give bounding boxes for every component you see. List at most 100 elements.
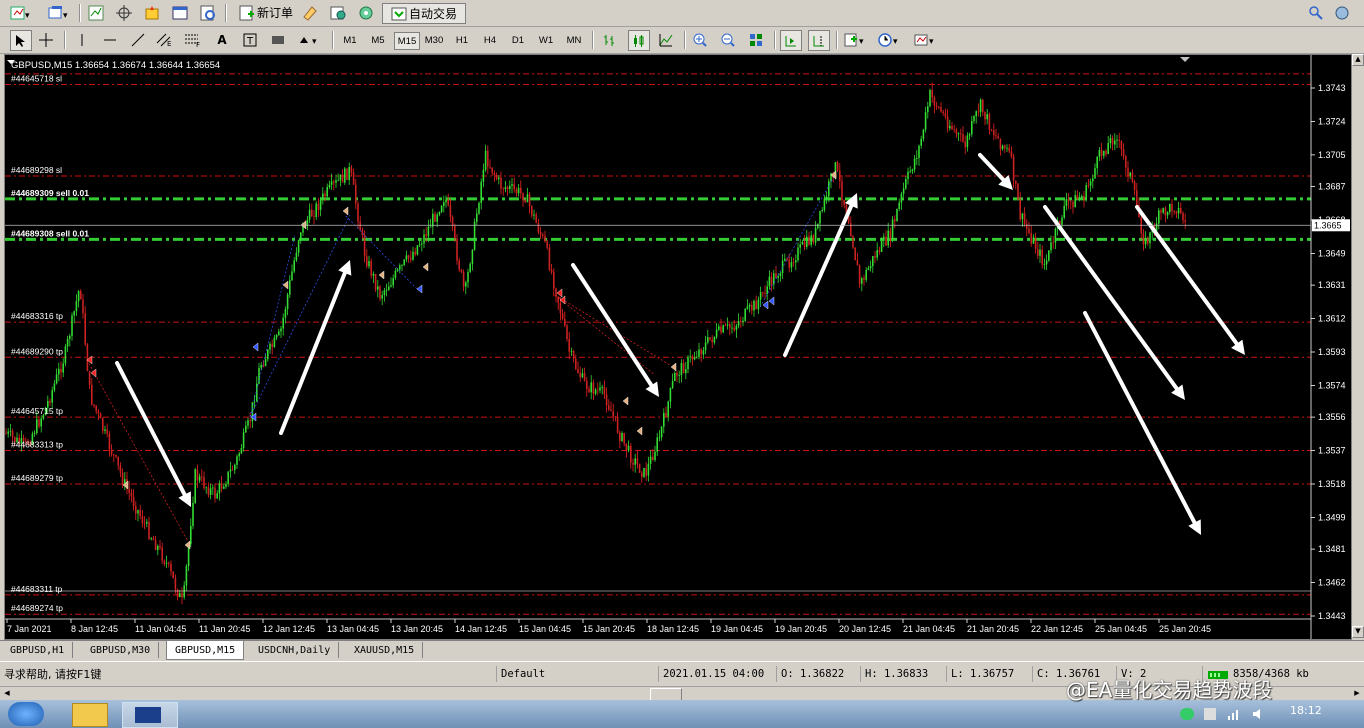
- scroll-down-icon[interactable]: ▼: [1352, 626, 1364, 638]
- tray-wechat-icon[interactable]: [1180, 708, 1194, 720]
- candle-body: [9, 430, 12, 432]
- trade-marker[interactable]: [422, 262, 429, 272]
- candle-body: [995, 135, 997, 137]
- tab-gbpusd-h1[interactable]: GBPUSD,H1: [2, 642, 74, 658]
- profiles-icon[interactable]: ▾: [44, 3, 74, 22]
- crosshair-nav-icon[interactable]: [114, 3, 134, 22]
- trade-marker[interactable]: [416, 284, 423, 294]
- terminal-icon[interactable]: [170, 3, 190, 22]
- new-order-button[interactable]: 新订单: [232, 3, 300, 22]
- tray-signal-icon[interactable]: [1228, 708, 1242, 720]
- new-chart-icon[interactable]: ▾: [6, 3, 36, 22]
- candle-body: [432, 213, 434, 227]
- tab-xauusd-m15[interactable]: XAUUSD,M15: [346, 642, 424, 658]
- signals-icon[interactable]: [356, 3, 376, 22]
- candle-body: [284, 309, 287, 318]
- trade-marker[interactable]: [670, 362, 677, 372]
- indicators-icon[interactable]: ▾: [842, 30, 870, 49]
- text-label-icon[interactable]: T: [240, 30, 260, 49]
- crosshair-icon[interactable]: [36, 30, 56, 49]
- candlestick-icon[interactable]: [628, 30, 650, 51]
- trade-marker[interactable]: [622, 396, 629, 406]
- status-profile[interactable]: Default: [496, 666, 657, 682]
- trade-marker[interactable]: [282, 280, 289, 290]
- candle-body: [401, 264, 403, 266]
- trade-marker[interactable]: [90, 368, 97, 378]
- candle-body: [469, 263, 471, 272]
- zoom-in-icon[interactable]: [690, 30, 710, 49]
- tab-gbpusd-m30[interactable]: GBPUSD,M30: [82, 642, 160, 658]
- candle-body: [693, 357, 696, 360]
- tf-h1-button[interactable]: H1: [450, 32, 474, 48]
- fibonacci-icon[interactable]: F: [182, 30, 204, 49]
- trade-marker[interactable]: [636, 426, 643, 436]
- tray-network-icon[interactable]: [1204, 708, 1216, 720]
- scroll-right-icon[interactable]: ▶: [1350, 687, 1364, 700]
- candle-body: [1171, 203, 1173, 212]
- zoom-out-icon[interactable]: [718, 30, 738, 49]
- time-label: 11 Jan 04:45: [135, 624, 186, 634]
- order-label: #44689279 tp: [11, 473, 63, 483]
- community-icon[interactable]: [1334, 3, 1350, 22]
- metatrader-taskbar-icon[interactable]: [122, 702, 178, 728]
- vertical-line-icon[interactable]: [72, 30, 92, 49]
- tile-windows-icon[interactable]: [746, 30, 766, 49]
- price-chart[interactable]: #44645718 sl #44689298 sl #44689309 sell 0…: [4, 54, 1352, 640]
- start-button-icon[interactable]: [8, 702, 44, 726]
- tf-m5-button[interactable]: M5: [366, 32, 390, 48]
- tab-gbpusd-m15[interactable]: GBPUSD,M15: [166, 641, 245, 660]
- trade-marker[interactable]: [768, 296, 775, 306]
- candle-body: [346, 168, 348, 180]
- tester-icon[interactable]: [198, 3, 218, 22]
- chart-shift-icon[interactable]: [808, 30, 830, 51]
- candle-body: [634, 458, 636, 465]
- trade-marker[interactable]: [252, 342, 259, 352]
- scroll-left-icon[interactable]: ◀: [0, 687, 14, 700]
- candle-body: [183, 585, 185, 598]
- vertical-scrollbar[interactable]: ▲ ▼: [1352, 54, 1364, 638]
- candle-body: [271, 343, 273, 348]
- metaeditor-icon[interactable]: [300, 3, 320, 22]
- horizontal-line-icon[interactable]: [100, 30, 120, 49]
- navigator-icon[interactable]: [142, 3, 162, 22]
- templates-icon[interactable]: ▾: [912, 30, 940, 49]
- price-label: 1.3499: [1318, 512, 1346, 522]
- tf-d1-button[interactable]: D1: [506, 32, 530, 48]
- tf-w1-button[interactable]: W1: [534, 32, 558, 48]
- trade-marker[interactable]: [378, 270, 385, 280]
- cursor-icon[interactable]: [10, 30, 32, 51]
- channel-icon[interactable]: E: [154, 30, 176, 49]
- trade-marker[interactable]: [556, 288, 563, 298]
- trade-marker[interactable]: [184, 540, 191, 550]
- tf-m15-button[interactable]: M15: [394, 32, 420, 50]
- candle-body: [856, 260, 859, 266]
- tf-h4-button[interactable]: H4: [478, 32, 502, 48]
- tray-volume-icon[interactable]: [1252, 708, 1264, 720]
- chart-header: GBPUSD,M15 1.36654 1.36674 1.36644 1.366…: [11, 60, 220, 71]
- scroll-up-icon[interactable]: ▲: [1352, 54, 1364, 66]
- tab-usdcnh-daily[interactable]: USDCNH,Daily: [250, 642, 340, 658]
- periods-icon[interactable]: ▾: [876, 30, 904, 49]
- tf-m30-button[interactable]: M30: [422, 32, 446, 48]
- auto-scroll-icon[interactable]: [780, 30, 802, 51]
- line-chart-icon[interactable]: [656, 30, 676, 49]
- trade-marker[interactable]: [762, 300, 769, 310]
- tf-mn-button[interactable]: MN: [562, 32, 586, 48]
- trade-marker[interactable]: [342, 206, 349, 216]
- trendline-icon[interactable]: [128, 30, 148, 49]
- chart-shift-marker[interactable]: [1180, 57, 1190, 62]
- bar-chart-icon[interactable]: [600, 30, 620, 49]
- search-icon[interactable]: [1308, 3, 1324, 22]
- options-icon[interactable]: [328, 3, 348, 22]
- candle-body: [1026, 223, 1028, 229]
- tf-m1-button[interactable]: M1: [338, 32, 362, 48]
- text-icon[interactable]: A: [212, 30, 232, 49]
- auto-trading-button[interactable]: 自动交易: [382, 3, 466, 24]
- candle-body: [775, 273, 777, 278]
- candle-body: [225, 483, 227, 487]
- explorer-taskbar-icon[interactable]: [72, 703, 108, 727]
- shapes-menu-icon[interactable]: ▾: [296, 30, 324, 49]
- rectangle-icon[interactable]: [268, 30, 288, 49]
- market-watch-icon[interactable]: [86, 3, 106, 22]
- candle-body: [333, 181, 335, 183]
